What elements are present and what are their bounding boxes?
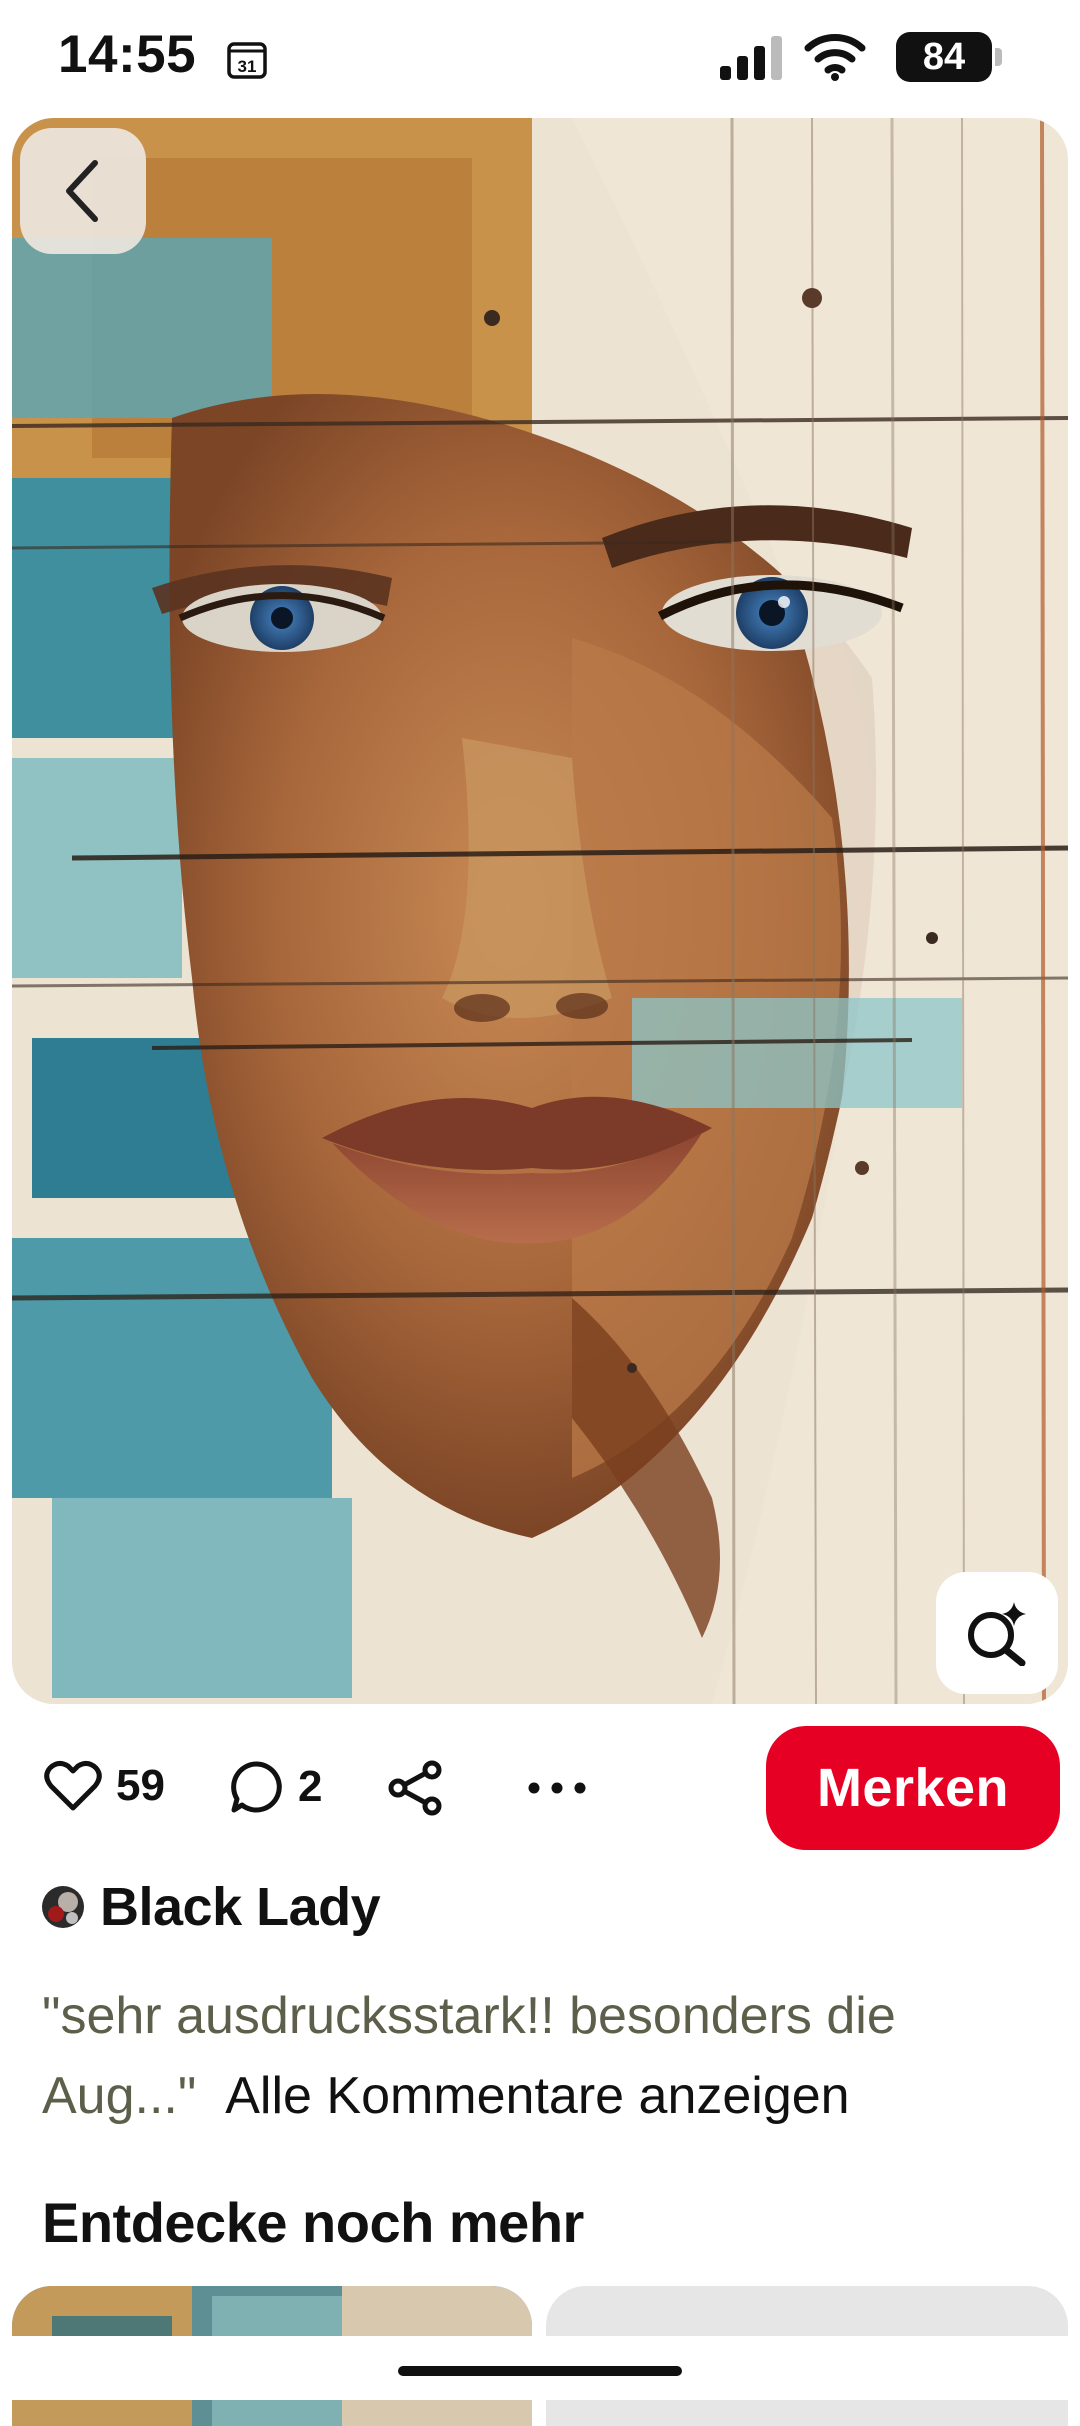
status-bar: 14:55 31 84	[0, 0, 1080, 118]
author-name[interactable]: Black Lady	[100, 1876, 381, 1938]
comment-icon	[231, 1761, 282, 1813]
avatar[interactable]	[42, 1886, 84, 1928]
wifi-icon	[804, 34, 866, 81]
signal-icon	[720, 36, 782, 80]
lens-sparkle-icon	[968, 1602, 1026, 1666]
more-icon	[528, 1782, 586, 1794]
pin-image[interactable]	[12, 118, 1068, 1704]
calendar-icon: 31	[227, 42, 267, 79]
comment-button[interactable]: 2	[230, 1760, 322, 1814]
more-button[interactable]	[526, 1760, 588, 1816]
calendar-day: 31	[238, 57, 257, 76]
status-time: 14:55	[58, 25, 197, 84]
author[interactable]: Black Lady	[42, 1876, 381, 1938]
share-button[interactable]	[388, 1760, 444, 1816]
back-button[interactable]	[20, 128, 146, 254]
share-icon	[388, 1760, 442, 1816]
action-row: 59 2 Merken	[0, 1726, 1080, 1850]
battery-icon: 84	[896, 32, 1006, 82]
save-button[interactable]: Merken	[766, 1726, 1060, 1850]
battery-level: 84	[896, 32, 992, 82]
comment-count: 2	[298, 1762, 323, 1811]
chevron-left-icon	[66, 160, 98, 222]
like-button[interactable]: 59	[44, 1760, 165, 1812]
comment-preview[interactable]: "sehr ausdrucksstark!! besonders die Aug…	[42, 1976, 1052, 2136]
home-indicator[interactable]	[398, 2366, 682, 2376]
view-all-comments-link[interactable]: Alle Kommentare anzeigen	[225, 2067, 849, 2125]
heart-icon	[44, 1760, 102, 1811]
section-title: Entdecke noch mehr	[42, 2191, 584, 2254]
visual-search-button[interactable]	[936, 1572, 1058, 1694]
like-count: 59	[116, 1761, 165, 1810]
